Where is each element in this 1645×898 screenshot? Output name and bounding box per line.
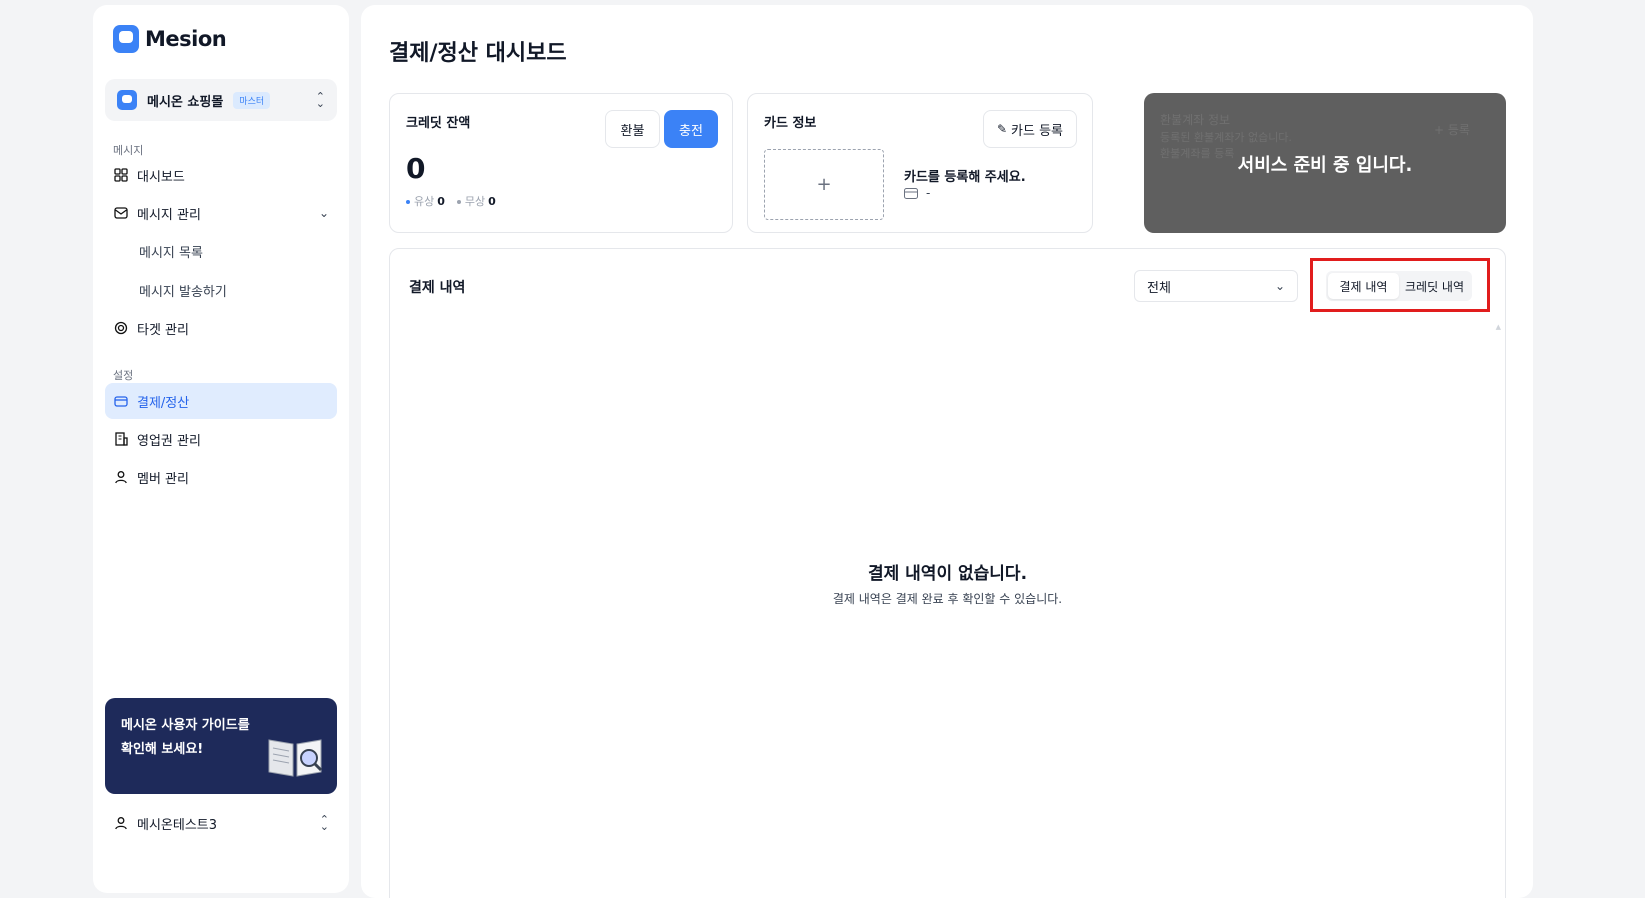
main-content: 결제/정산 대시보드 크레딧 잔액 환불 충전 0 유상 0 무상 0 카드 정보 …	[361, 5, 1533, 898]
tab-payment-history[interactable]: 결제 내역	[1328, 273, 1399, 299]
service-preparing-overlay: 서비스 준비 중 입니다.	[1237, 155, 1413, 176]
refund-register-button: + 등록	[1434, 123, 1470, 137]
user-icon	[113, 815, 129, 831]
history-title: 결제 내역	[409, 280, 466, 296]
guide-line-2: 확인해 보세요!	[121, 742, 204, 757]
target-icon	[113, 320, 129, 336]
sidebar-item-label: 멤버 관리	[137, 471, 189, 487]
user-name: 메시온테스트3	[137, 817, 218, 833]
edit-icon: ✎	[996, 122, 1008, 136]
chevron-updown-icon: ⌃ ⌄	[315, 90, 325, 110]
sidebar-item-target-mgmt[interactable]: 타겟 관리	[105, 310, 337, 346]
payment-history-panel: 결제 내역 전체 ⌄ 결제 내역 크레딧 내역 ▲ 결제 내역이 없습니다. 결…	[389, 248, 1506, 898]
grid-icon	[113, 167, 129, 183]
empty-state-title: 결제 내역이 없습니다.	[867, 564, 1028, 584]
credit-title: 크레딧 잔액	[406, 116, 471, 131]
history-filter-select[interactable]: 전체 ⌄	[1134, 270, 1298, 302]
tab-credit-history[interactable]: 크레딧 내역	[1399, 273, 1470, 299]
page-title: 결제/정산 대시보드	[389, 41, 567, 66]
paid-credit: 유상 0	[406, 193, 445, 209]
card-register-message: 카드를 등록해 주세요.	[904, 170, 1026, 185]
sidebar-item-label: 결제/정산	[137, 395, 190, 411]
add-card-box[interactable]: +	[764, 149, 884, 220]
chevron-updown-icon: ⌃ ⌄	[319, 813, 329, 833]
mail-icon	[113, 205, 129, 221]
register-card-button[interactable]: ✎ 카드 등록	[983, 110, 1077, 148]
sidebar: Mesion 메시온 쇼핑몰 마스터 ⌃ ⌄ 메시지 대시보드 메시지 관리 ⌄ …	[93, 5, 349, 893]
sidebar-item-territory-mgmt[interactable]: 영업권 관리	[105, 421, 337, 457]
shop-selector[interactable]: 메시온 쇼핑몰 마스터 ⌃ ⌄	[105, 79, 337, 121]
chevron-down-icon: ⌄	[1274, 279, 1285, 293]
card-info-title: 카드 정보	[764, 116, 817, 131]
credit-breakdown: 유상 0 무상 0	[406, 193, 496, 209]
highlight-box: 결제 내역 크레딧 내역	[1310, 258, 1490, 312]
sidebar-item-billing[interactable]: 결제/정산	[105, 383, 337, 419]
sidebar-item-label: 대시보드	[137, 169, 185, 185]
refund-account-card: 환불계좌 정보 등록된 환불계좌가 없습니다. 환불계좌를 등록 + 등록 서비…	[1144, 93, 1506, 233]
user-icon	[113, 469, 129, 485]
sidebar-item-member-mgmt[interactable]: 멤버 관리	[105, 459, 337, 495]
sidebar-item-dashboard[interactable]: 대시보드	[105, 157, 337, 193]
chevron-down-icon: ⌄	[318, 206, 329, 220]
credit-balance-card: 크레딧 잔액 환불 충전 0 유상 0 무상 0	[389, 93, 733, 233]
refund-account-line1: 등록된 환불계좌가 없습니다.	[1160, 131, 1292, 144]
sidebar-item-message-mgmt[interactable]: 메시지 관리 ⌄	[105, 195, 337, 231]
empty-state-subtitle: 결제 내역은 결제 완료 후 확인할 수 있습니다.	[832, 592, 1063, 606]
brand-name: Mesion	[145, 27, 227, 51]
free-credit: 무상 0	[456, 193, 496, 209]
history-tabs: 결제 내역 크레딧 내역	[1326, 271, 1472, 301]
book-magnifier-icon	[268, 739, 323, 777]
credit-balance: 0	[406, 152, 426, 185]
user-guide-banner[interactable]: 메시온 사용자 가이드를 확인해 보세요!	[105, 698, 337, 794]
sidebar-subitem-message-list[interactable]: 메시지 목록	[139, 242, 203, 261]
shop-icon	[117, 90, 137, 110]
filter-value: 전체	[1147, 280, 1171, 296]
card-info-card: 카드 정보 ✎ 카드 등록 + 카드를 등록해 주세요. -	[747, 93, 1093, 233]
shop-name: 메시온 쇼핑몰	[147, 94, 224, 110]
card-icon	[904, 187, 918, 199]
role-badge: 마스터	[233, 91, 271, 109]
building-icon	[113, 431, 129, 447]
logo-icon	[113, 25, 139, 53]
refund-account-title: 환불계좌 정보	[1160, 113, 1231, 127]
section-label-settings: 설정	[113, 369, 134, 382]
account-selector[interactable]: 메시온테스트3 ⌃ ⌄	[113, 811, 329, 835]
sidebar-item-label: 메시지 관리	[137, 207, 201, 223]
sidebar-item-label: 타겟 관리	[137, 322, 189, 338]
brand-logo[interactable]: Mesion	[113, 25, 227, 53]
card-number: -	[904, 186, 930, 200]
section-label-message: 메시지	[113, 144, 144, 157]
charge-button[interactable]: 충전	[664, 110, 718, 148]
scroll-up-arrow[interactable]: ▲	[1496, 323, 1501, 331]
sidebar-item-label: 영업권 관리	[137, 433, 201, 449]
sidebar-subitem-message-send[interactable]: 메시지 발송하기	[139, 281, 227, 300]
refund-button[interactable]: 환불	[605, 110, 660, 148]
guide-line-1: 메시온 사용자 가이드를	[121, 718, 250, 733]
credit-card-icon	[113, 393, 129, 409]
